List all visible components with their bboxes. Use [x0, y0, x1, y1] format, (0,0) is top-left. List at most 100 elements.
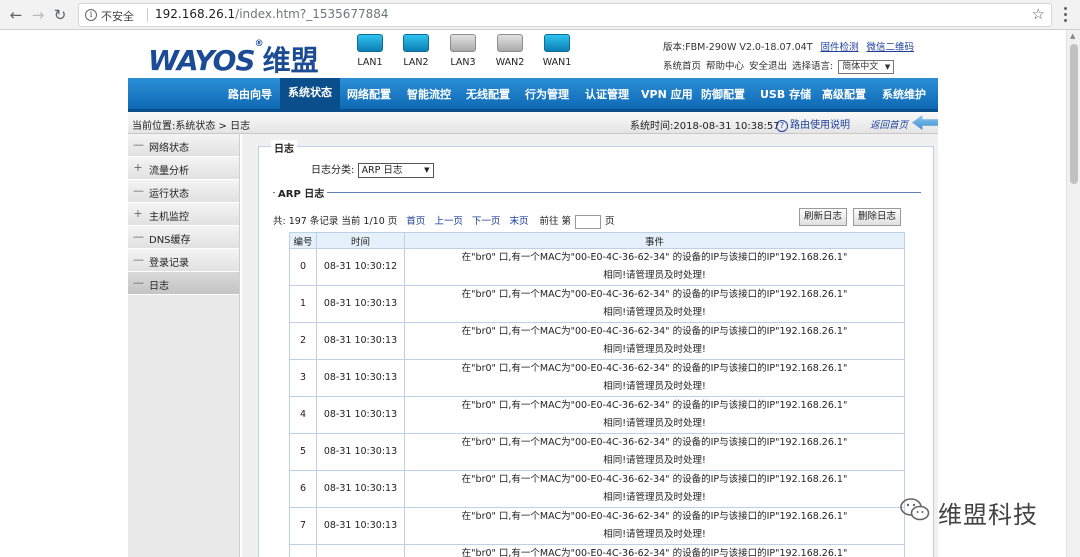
scroll-thumb[interactable] — [1070, 44, 1078, 184]
collapse-icon: — — [133, 276, 144, 289]
collapse-icon: — — [133, 138, 144, 151]
sidebar: — 网络状态 + 流量分析 — 运行状态 + 主机监控 — DNS缓存 — 登录记录 — 日志 — [128, 134, 240, 557]
menu-item-3[interactable]: 智能流控 — [407, 86, 451, 102]
browser-menu-icon[interactable] — [1057, 4, 1073, 26]
home-page-link[interactable]: 系统首页 — [663, 61, 701, 72]
refresh-log-button[interactable]: 刷新日志 — [799, 208, 848, 226]
return-home-link[interactable]: 返回首页 — [870, 117, 908, 131]
row-event: 在"br0" 口,有一个MAC为"00-E0-4C-36-62-34" 的设备的… — [404, 285, 905, 323]
delete-log-button[interactable]: 删除日志 — [853, 208, 902, 226]
url-text[interactable]: 192.168.26.1/index.htm?_1535677884 — [155, 7, 389, 21]
sidebar-item-label: 主机监控 — [149, 212, 189, 223]
menu-item-6[interactable]: 认证管理 — [585, 86, 629, 102]
row-id: 2 — [289, 322, 317, 360]
sidebar-item-1[interactable]: + 流量分析 — [128, 157, 239, 180]
sidebar-item-5[interactable]: — 登录记录 — [128, 249, 239, 272]
firmware-check-link[interactable]: 固件检测 — [821, 42, 859, 53]
back-icon[interactable]: ← — [6, 5, 26, 25]
prev-page-link[interactable]: 上一页 — [434, 216, 463, 227]
port-lan3: LAN3 — [443, 34, 483, 68]
event-line-1: 在"br0" 口,有一个MAC为"00-E0-4C-36-62-34" 的设备的… — [461, 437, 848, 448]
table-row: 808-31 10:30:13 在"br0" 口,有一个MAC为"00-E0-4C… — [289, 544, 905, 557]
event-line-2: 相同!请管理员及时处理! — [603, 344, 706, 355]
menu-item-7[interactable]: VPN 应用 — [641, 86, 693, 102]
row-time: 08-31 10:30:13 — [316, 433, 405, 471]
log-panel: 日志 日志分类: ARP 日志 ARP 日志 共: 197 条记录 当前 1/1… — [258, 140, 934, 557]
row-event: 在"br0" 口,有一个MAC为"00-E0-4C-36-62-34" 的设备的… — [404, 433, 905, 471]
event-line-2: 相同!请管理员及时处理! — [603, 381, 706, 392]
main-menu: 路由向导 系统状态 网络配置 智能流控 无线配置 行为管理 认证管理 VPN 应用 防御配置 US… — [128, 78, 938, 112]
menu-item-5[interactable]: 行为管理 — [525, 86, 569, 102]
address-bar[interactable]: i 不安全 192.168.26.1/index.htm?_1535677884… — [78, 3, 1052, 27]
last-page-link[interactable]: 末页 — [509, 216, 528, 227]
log-type-select[interactable]: ARP 日志 — [357, 162, 434, 178]
record-summary: 共: 197 条记录 当前 1/10 页 — [273, 216, 398, 227]
sidebar-item-2[interactable]: — 运行状态 — [128, 180, 239, 203]
version-info: 版本:FBM-290W V2.0-18.07.04T 固件检测 微信二维码 — [663, 39, 914, 53]
row-id: 3 — [289, 359, 317, 397]
panel-title: 日志 — [271, 140, 297, 155]
sidebar-item-label: 登录记录 — [149, 258, 189, 269]
menu-item-1[interactable]: 系统状态 — [280, 78, 340, 109]
table-header-row: 编号 时间 事件 — [289, 232, 905, 249]
menu-item-0[interactable]: 路由向导 — [228, 86, 272, 102]
log-type-label: 日志分类: — [311, 165, 355, 176]
collapse-icon: — — [133, 184, 144, 197]
sidebar-item-label: DNS缓存 — [149, 235, 191, 246]
reload-icon[interactable]: ↻ — [50, 5, 70, 25]
menu-item-8[interactable]: 防御配置 — [701, 86, 745, 102]
menu-item-2[interactable]: 网络配置 — [347, 86, 391, 102]
forward-icon[interactable]: → — [28, 5, 48, 25]
port-label: WAN2 — [495, 57, 525, 68]
insecure-label[interactable]: 不安全 — [101, 8, 134, 24]
router-help-link[interactable]: ? 路由使用说明 — [776, 116, 850, 132]
menu-item-10[interactable]: 高级配置 — [822, 86, 866, 102]
row-event: 在"br0" 口,有一个MAC为"00-E0-4C-36-62-34" 的设备的… — [404, 248, 905, 286]
menu-item-9[interactable]: USB 存储 — [760, 86, 811, 102]
next-page-link[interactable]: 下一页 — [472, 216, 501, 227]
row-event: 在"br0" 口,有一个MAC为"00-E0-4C-36-62-34" 的设备的… — [404, 544, 905, 557]
watermark-text: 维盟科技 — [938, 501, 1038, 529]
sidebar-item-label: 网络状态 — [149, 143, 189, 154]
logout-link[interactable]: 安全退出 — [749, 61, 787, 72]
log-type-row: 日志分类: ARP 日志 — [311, 161, 434, 178]
event-line-1: 在"br0" 口,有一个MAC为"00-E0-4C-36-62-34" 的设备的… — [461, 474, 848, 485]
row-id: 1 — [289, 285, 317, 323]
port-wan1: WAN1 — [537, 34, 577, 68]
page-number-input[interactable] — [575, 214, 602, 229]
sidebar-item-4[interactable]: — DNS缓存 — [128, 226, 239, 249]
event-line-2: 相同!请管理员及时处理! — [603, 529, 706, 540]
wayos-logo: WAYOS®维盟 — [148, 39, 319, 79]
sidebar-item-3[interactable]: + 主机监控 — [128, 203, 239, 226]
help-center-link[interactable]: 帮助中心 — [706, 61, 744, 72]
menu-item-4[interactable]: 无线配置 — [466, 86, 510, 102]
back-arrow-icon[interactable] — [912, 115, 938, 130]
language-select[interactable]: 简体中文 — [838, 59, 895, 74]
sidebar-item-0[interactable]: — 网络状态 — [128, 134, 239, 157]
info-icon[interactable]: i — [85, 9, 97, 21]
row-time: 08-31 10:30:13 — [316, 322, 405, 360]
first-page-link[interactable]: 首页 — [406, 216, 425, 227]
table-row: 4 08-31 10:30:13 在"br0" 口,有一个MAC为"00-E0-4C… — [289, 396, 905, 434]
table-row: 2 08-31 10:30:13 在"br0" 口,有一个MAC为"00-E0-4C… — [289, 322, 905, 360]
wechat-qr-link[interactable]: 微信二维码 — [867, 42, 915, 53]
bookmark-star-icon[interactable]: ☆ — [1032, 5, 1045, 23]
table-row: 7 08-31 10:30:13 在"br0" 口,有一个MAC为"00-E0-4C… — [289, 507, 905, 545]
port-lan1: LAN1 — [350, 34, 390, 68]
page-scrollbar[interactable]: ▲ — [1066, 30, 1080, 557]
row-time: 08-31 10:30:12 — [316, 248, 405, 286]
goto-label: 前往 第 — [539, 216, 572, 227]
row-id: 5 — [289, 433, 317, 471]
menu-item-11[interactable]: 系统维护 — [882, 86, 926, 102]
sidebar-item-6[interactable]: — 日志 — [128, 272, 239, 295]
event-line-2: 相同!请管理员及时处理! — [603, 307, 706, 318]
port-label: LAN2 — [403, 57, 429, 68]
router-admin-page: WAYOS®维盟 LAN1 LAN2 LAN3 WAN2 WAN1 版本:FBM-290… — [128, 30, 938, 557]
scroll-up-icon[interactable]: ▲ — [1070, 32, 1075, 40]
logo-text: WAYOS — [148, 44, 256, 77]
port-wan2: WAN2 — [490, 34, 530, 68]
main-content: 日志 日志分类: ARP 日志 ARP 日志 共: 197 条记录 当前 1/1… — [242, 134, 938, 557]
url-separator — [147, 8, 148, 22]
breadcrumb-bar: 当前位置:系统状态 > 日志 系统时间:2018-08-31 10:38:57 … — [128, 112, 938, 134]
row-id: 6 — [289, 470, 317, 508]
